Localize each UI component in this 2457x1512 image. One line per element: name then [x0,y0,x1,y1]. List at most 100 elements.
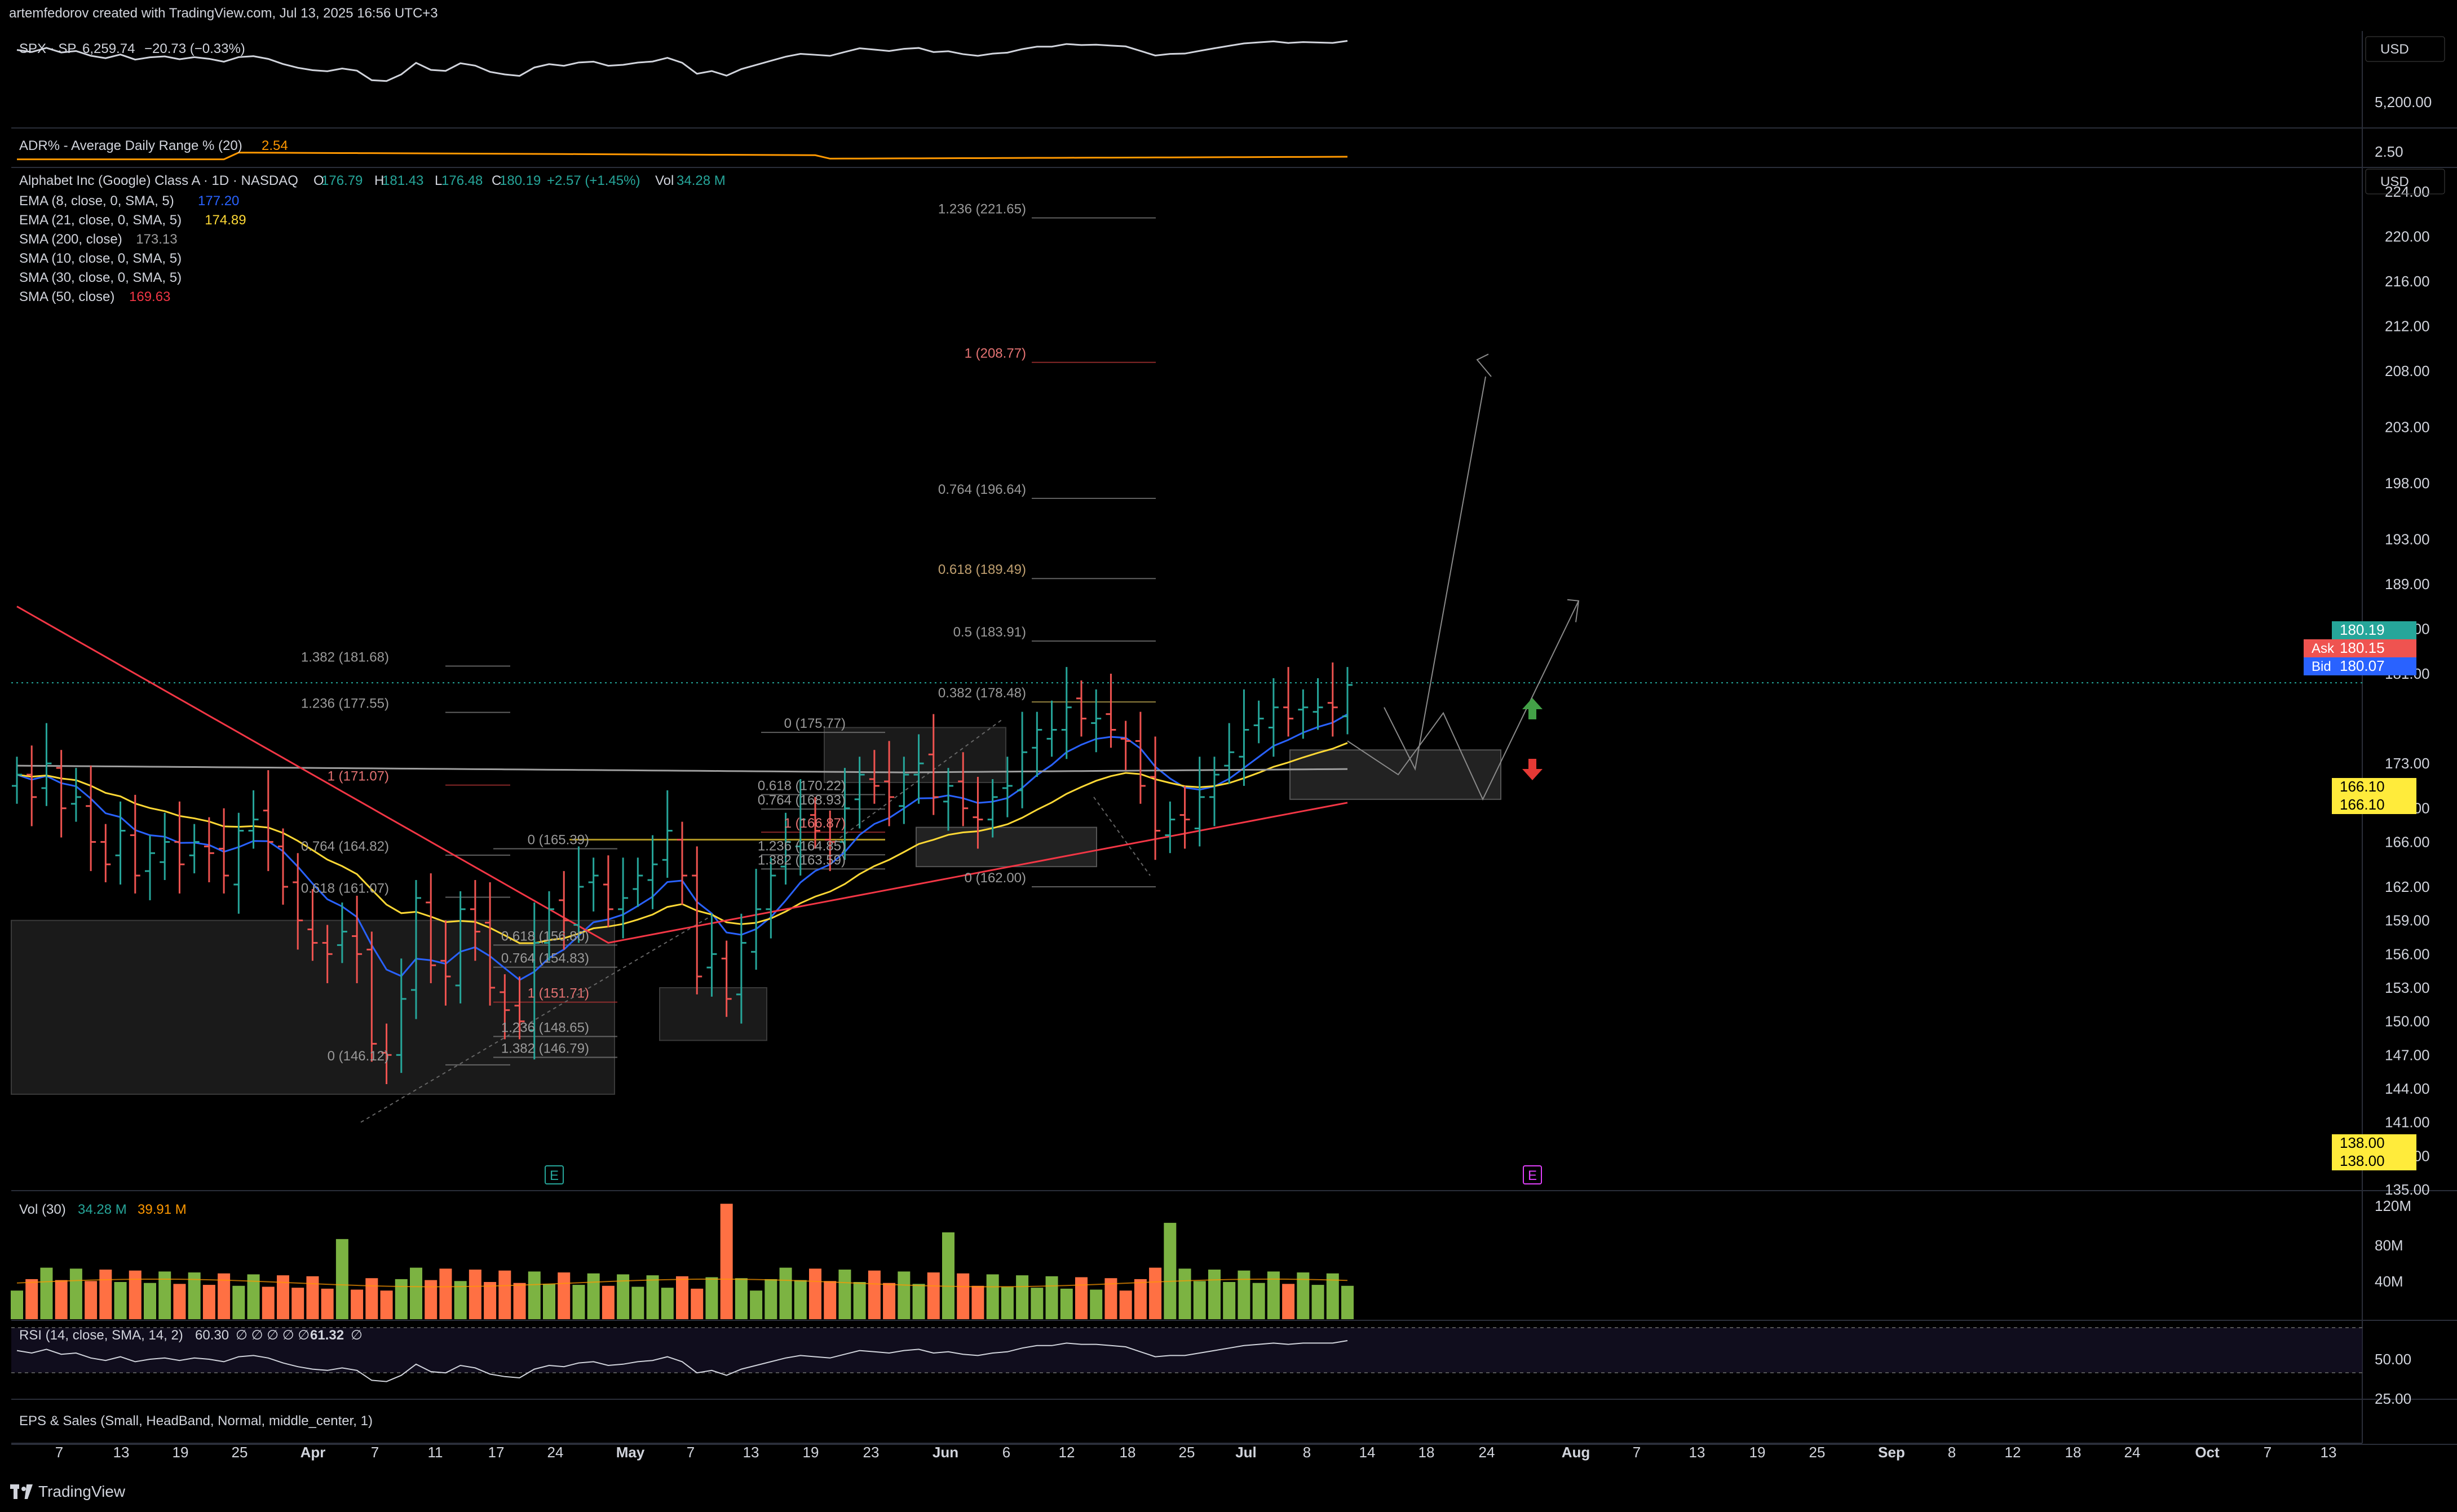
down-arrow-icon[interactable] [1522,759,1543,780]
time-axis-label: 18 [1418,1444,1435,1461]
main-legend-vol: 34.28 M [677,173,726,188]
time-axis-label: 25 [232,1444,248,1461]
volume-bar [528,1271,541,1319]
volume-axis-label: 80M [2375,1237,2403,1254]
price-axis-label: 153.00 [2385,979,2430,996]
adr-legend: ADR% - Average Daily Range % (20) [19,138,242,153]
up-arrow-icon[interactable] [1522,698,1543,719]
fib-label-0-0: 1.382 (181.68) [301,650,389,665]
volume-bar [469,1270,481,1319]
price-axis-label: 162.00 [2385,878,2430,895]
price-axis-label: 135.00 [2385,1181,2430,1198]
fib-label-0-1: 1.236 (177.55) [301,696,389,711]
indicator-label-1: EMA (21, close, 0, SMA, 5) [19,213,182,228]
projection-arrowhead-up [1476,353,1492,377]
volume-bar [705,1277,718,1319]
volume-bar [114,1282,127,1319]
volume-bar [720,1204,733,1319]
volume-bar [1001,1286,1014,1319]
adr-legend-value: 2.54 [262,138,288,153]
indicator-value-5: 169.63 [129,289,170,304]
volume-bar [1208,1270,1221,1319]
price-axis-label: 147.00 [2385,1046,2430,1063]
main-legend-c: 180.19 [500,173,541,188]
time-axis-label: 18 [2065,1444,2082,1461]
time-axis-label: 19 [803,1444,819,1461]
volume-bar [971,1285,984,1319]
price-tag-value-6: 138.00 [2340,1152,2385,1169]
price-axis-label: 166.00 [2385,833,2430,850]
price-axis-label: 198.00 [2385,475,2430,492]
volume-bar [1238,1270,1250,1319]
rsi-legend-value2: 61.32 [310,1328,344,1343]
main-legend-change: +2.57 (+1.45%) [547,173,640,188]
indicator-value-0: 177.20 [198,193,239,209]
price-tag-value-3: 166.10 [2340,778,2385,795]
spx-legend-change: −20.73 (−0.33%) [144,41,245,56]
price-axis-label: 144.00 [2385,1080,2430,1097]
adr-line [17,152,1348,161]
volume-bar [1060,1288,1073,1319]
fib-label-3-4: 0.5 (183.91) [953,625,1026,640]
earnings-marker-apr-label: E [550,1168,559,1183]
time-axis-label: Jul [1235,1444,1257,1461]
time-axis-label: 18 [1120,1444,1136,1461]
trading-chart[interactable]: 1.382 (181.68) 1.236 (177.55) 1 (171.07) 0.… [0,0,2457,1512]
volume-bar [484,1282,497,1319]
indicator-value-1: 174.89 [205,213,246,228]
volume-bar [838,1270,851,1319]
volume-bar [927,1272,940,1319]
main-legend-o: 176.79 [321,173,363,188]
rsi-legend: RSI (14, close, SMA, 14, 2) [19,1328,183,1343]
volume-bar [202,1285,215,1319]
volume-bar [1223,1282,1236,1319]
time-axis-label: 7 [371,1444,379,1461]
price-tag-label-1: Ask [2312,641,2335,656]
time-axis-label: 13 [113,1444,130,1461]
time-axis-label: 23 [863,1444,880,1461]
volume-bar [1134,1279,1147,1319]
volume-bar [558,1272,571,1319]
rsi-legend-value1: 60.30 [195,1328,229,1343]
volume-bar [1090,1289,1103,1319]
fib-label-3-1: 1 (208.77) [965,346,1026,361]
volume-bar [365,1278,378,1319]
fib-label-2-0: 0 (175.77) [784,716,846,731]
volume-bar [306,1276,319,1319]
time-axis-label: 8 [1948,1444,1956,1461]
fib-label-1-2: 0.764 (154.83) [501,951,589,966]
series-layer [11,39,1354,1382]
volume-bar [661,1288,674,1319]
price-axis-label: 173.00 [2385,755,2430,772]
volume-bar [321,1288,334,1319]
volume-bar [335,1239,348,1319]
zone-rect-target [1289,749,1501,800]
volume-bar [513,1283,526,1319]
sma200-line [16,764,1348,773]
time-axis-label: Apr [301,1444,326,1461]
time-axis-label: 19 [173,1444,189,1461]
tradingview-logo[interactable]: TradingView [10,1483,125,1501]
zone-rect-may [659,987,767,1041]
volume-bar [1164,1223,1177,1319]
volume-bar [55,1280,68,1319]
fib-label-2-1: 0.618 (170.22) [758,778,846,793]
volume-bar [85,1281,98,1319]
volume-axis-label: 120M [2375,1197,2411,1214]
indicator-value-2: 173.13 [136,232,177,247]
volume-bar [1075,1277,1088,1319]
time-axis-label: 7 [687,1444,695,1461]
projection-path-up [1384,376,1486,771]
time-axis-label: 7 [55,1444,63,1461]
volume-bar [173,1284,186,1319]
drawings-layer [11,217,2362,1123]
price-axis-label: 216.00 [2385,273,2430,290]
volume-bar [868,1270,881,1319]
time-axis-label: 17 [488,1444,505,1461]
rsi-band [11,1328,2362,1373]
fib-label-3-0: 1.236 (221.65) [938,202,1026,217]
rsi-legend-symbols: ∅ ∅ ∅ ∅ ∅ [236,1328,310,1343]
volume-bar [25,1279,38,1319]
price-axis-label: 159.00 [2385,912,2430,929]
time-axis-label: 19 [1749,1444,1766,1461]
